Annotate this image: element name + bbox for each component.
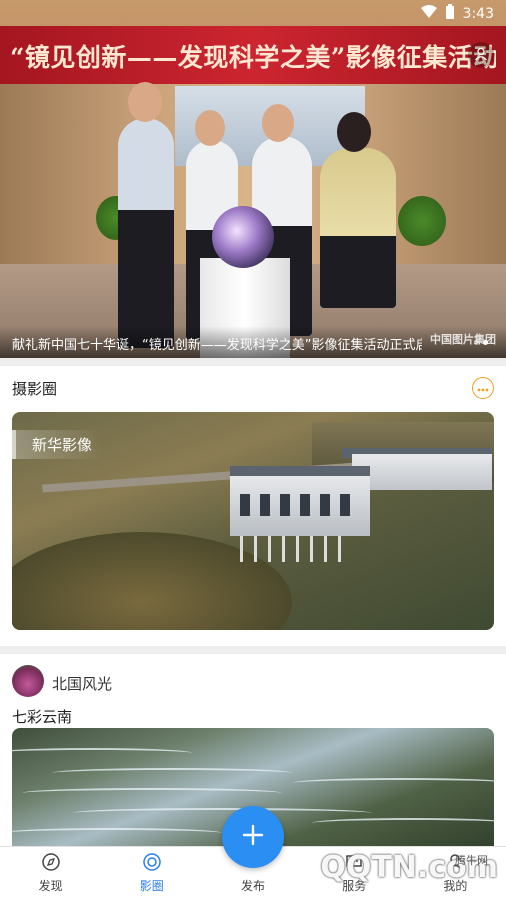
featured-tag: 新华影像 xyxy=(12,430,103,459)
more-button[interactable] xyxy=(472,377,494,399)
person-1 xyxy=(118,118,174,348)
carousel-indicator xyxy=(474,340,488,345)
person-4 xyxy=(320,148,396,308)
post-title: 七彩云南 xyxy=(12,708,73,726)
avatar[interactable] xyxy=(12,665,44,697)
plus-icon xyxy=(241,823,265,851)
site-watermark-text: 腾牛网 xyxy=(455,854,488,867)
building-wing xyxy=(352,454,492,490)
building-main xyxy=(230,476,370,536)
more-dots-icon xyxy=(477,381,489,395)
plasma-globe xyxy=(212,206,274,268)
photography-circle-section: 摄影圈 新华影像 xyxy=(0,366,506,646)
publish-button[interactable] xyxy=(222,806,284,868)
featured-photo-card[interactable]: 新华影像 xyxy=(12,412,494,630)
user-icon xyxy=(474,46,488,65)
hero-banner-title: “镜见创新——发现科学之美”影像征集活动启动仪式 xyxy=(10,43,496,72)
hero-caption: 献礼新中国七十华诞，“镜见创新——发现科学之美”影像征集活动正式启动 xyxy=(12,338,422,353)
tab-photo-circle[interactable]: 影圈 xyxy=(101,847,202,900)
status-time: 3:43 xyxy=(462,6,494,22)
discover-icon xyxy=(40,851,62,873)
tab-discover[interactable]: 发现 xyxy=(0,847,101,900)
wifi-icon xyxy=(420,5,437,23)
hero-corner-button[interactable] xyxy=(468,42,494,68)
plant-right xyxy=(398,196,446,246)
carousel-dot xyxy=(474,340,479,345)
section-title: 摄影圈 xyxy=(12,380,58,398)
battery-icon xyxy=(445,4,455,24)
tab-label: 影圈 xyxy=(139,879,164,893)
photo-circle-icon xyxy=(141,851,163,873)
hero-banner[interactable]: “镜见创新——发现科学之美”影像征集活动启动仪式 献礼新中国七十华诞，“镜见创新… xyxy=(0,0,506,358)
tab-label: 发布 xyxy=(241,879,266,893)
tab-label: 发现 xyxy=(38,879,63,893)
carousel-dot-active xyxy=(483,340,488,345)
author-name[interactable]: 北国风光 xyxy=(52,673,112,694)
status-bar: 3:43 xyxy=(0,0,506,28)
